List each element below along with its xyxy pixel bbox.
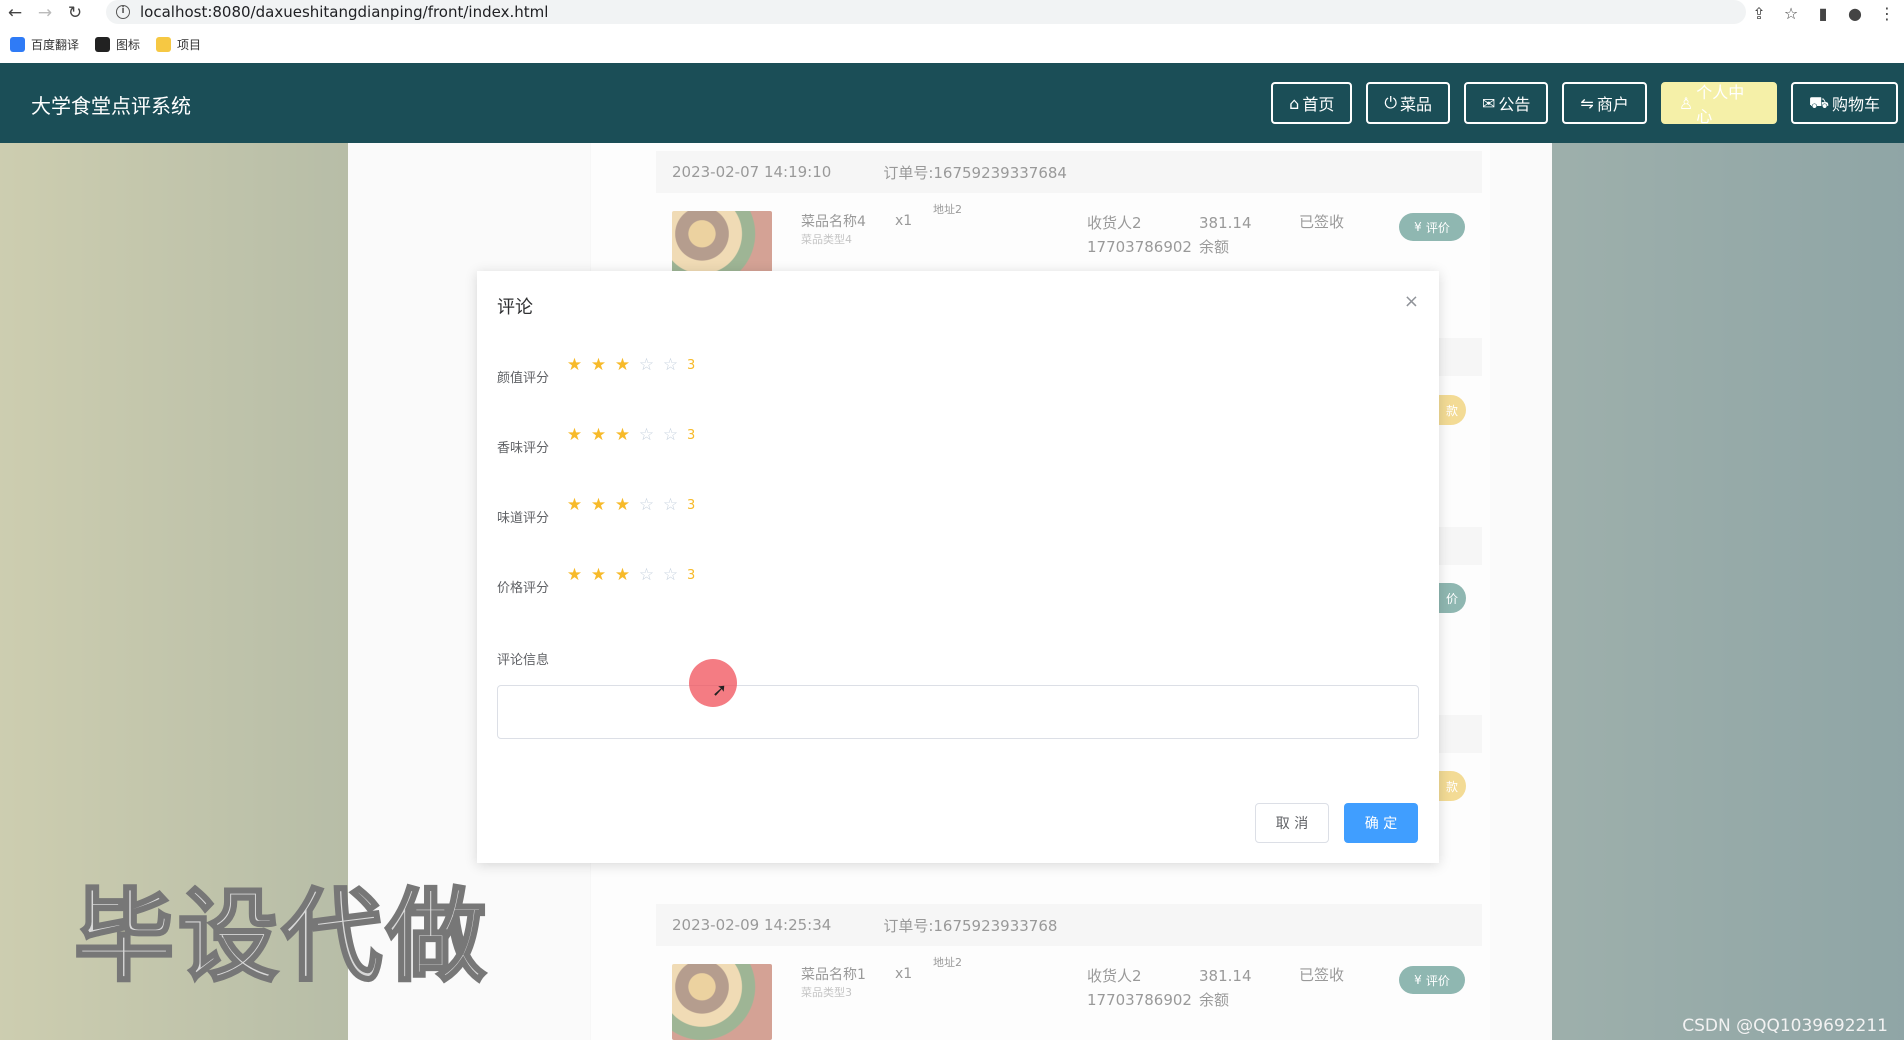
rating-label: 价格评分 [497, 581, 550, 596]
nav-profile[interactable]: ♙ 个人中心 [1660, 82, 1777, 126]
profile-icon[interactable]: ● [1846, 4, 1864, 23]
rating-stars[interactable]: ★ ★ ★ ☆ ☆ 3 [565, 355, 695, 375]
star-icon[interactable]: ★ [589, 425, 608, 445]
sliders-icon: ⇋ [1580, 93, 1594, 113]
nav-cart[interactable]: ⛟ 购物车 [1790, 82, 1898, 124]
forward-icon[interactable]: → [30, 1, 60, 25]
rating-stars[interactable]: ★ ★ ★ ☆ ☆ 3 [565, 565, 695, 585]
url-field[interactable]: i localhost:8080/daxueshitangdianping/fr… [106, 0, 1746, 24]
star-icon[interactable]: ★ [565, 565, 584, 585]
reload-icon[interactable]: ↻ [60, 1, 90, 25]
bookmark-star-icon[interactable]: ☆ [1782, 4, 1800, 23]
rating-value: 3 [687, 427, 696, 443]
cursor-icon: ➚ [712, 680, 728, 701]
rating-stars[interactable]: ★ ★ ★ ☆ ☆ 3 [565, 425, 695, 445]
star-icon[interactable]: ☆ [637, 355, 656, 375]
star-icon[interactable]: ☆ [661, 495, 680, 515]
bookmark-item[interactable]: 百度翻译 [10, 36, 79, 53]
image-icon [95, 36, 111, 52]
translate-icon [10, 36, 25, 52]
rating-label: 颜值评分 [497, 371, 550, 386]
user-icon: ♙ [1678, 93, 1694, 113]
back-icon[interactable]: ← [0, 1, 30, 25]
mail-icon: ✉ [1482, 93, 1496, 113]
power-icon: ⏻ [1384, 93, 1397, 112]
csdn-watermark: CSDN @QQ1039692211 [1682, 1016, 1888, 1036]
rating-label: 味道评分 [497, 511, 550, 526]
star-icon[interactable]: ★ [565, 425, 584, 445]
rating-stars[interactable]: ★ ★ ★ ☆ ☆ 3 [565, 495, 695, 515]
star-icon[interactable]: ★ [565, 355, 584, 375]
star-icon[interactable]: ☆ [637, 495, 656, 515]
cart-icon: ⛟ [1808, 92, 1829, 112]
star-icon[interactable]: ★ [565, 495, 584, 515]
home-icon: ⌂ [1289, 93, 1300, 113]
comment-dialog: 评论 × 颜值评分 ★ ★ ★ ☆ ☆ 3 香味评分 ★ ★ ★ ☆ ☆ 3 味道评分 ★ ★ ★ ☆ ☆ 3… [477, 271, 1439, 863]
rating-value: 3 [687, 497, 696, 513]
dialog-title: 评论 [497, 297, 533, 318]
main-nav: ⌂ 首页 ⏻ 菜品 ✉ 公告 ⇋ 商户 ♙ 个人中心 ⛟ 购物车 [1271, 82, 1898, 126]
comment-label: 评论信息 [497, 653, 550, 668]
star-icon[interactable]: ☆ [637, 425, 656, 445]
close-icon[interactable]: × [1404, 291, 1419, 312]
site-header: 大学食堂点评系统 ⌂ 首页 ⏻ 菜品 ✉ 公告 ⇋ 商户 ♙ 个人中心 ⛟ 购物车 [0, 63, 1904, 143]
nav-home[interactable]: ⌂ 首页 [1271, 82, 1353, 124]
star-icon[interactable]: ☆ [661, 425, 680, 445]
cancel-button[interactable]: 取 消 [1255, 803, 1329, 843]
bookmark-item[interactable]: 项目 [156, 36, 201, 53]
rating-label: 香味评分 [497, 441, 550, 456]
confirm-button[interactable]: 确 定 [1344, 803, 1418, 843]
bookmarks-bar: 百度翻译 图标 项目 [0, 30, 1904, 58]
rating-value: 3 [687, 567, 696, 583]
bookmark-item[interactable]: 图标 [95, 36, 140, 53]
browser-address-bar: ← → ↻ i localhost:8080/daxueshitangdianp… [0, 0, 1904, 26]
star-icon[interactable]: ★ [613, 495, 632, 515]
folder-icon [156, 36, 172, 52]
star-icon[interactable]: ☆ [661, 565, 680, 585]
share-icon[interactable]: ⇪ [1750, 4, 1768, 23]
site-title: 大学食堂点评系统 [31, 94, 191, 118]
comment-textarea[interactable] [497, 685, 1419, 739]
nav-merchants[interactable]: ⇋ 商户 [1562, 82, 1647, 124]
nav-dishes[interactable]: ⏻ 菜品 [1366, 82, 1450, 124]
menu-icon[interactable]: ⋮ [1878, 4, 1896, 23]
rating-value: 3 [687, 357, 696, 373]
sidepanel-icon[interactable]: ▮ [1814, 4, 1832, 23]
site-info-icon[interactable]: i [116, 5, 130, 19]
nav-notices[interactable]: ✉ 公告 [1464, 82, 1549, 124]
url-text: localhost:8080/daxueshitangdianping/fron… [140, 3, 549, 21]
star-icon[interactable]: ☆ [637, 565, 656, 585]
star-icon[interactable]: ★ [613, 425, 632, 445]
star-icon[interactable]: ★ [613, 565, 632, 585]
star-icon[interactable]: ★ [589, 495, 608, 515]
star-icon[interactable]: ★ [589, 355, 608, 375]
star-icon[interactable]: ★ [613, 355, 632, 375]
star-icon[interactable]: ☆ [661, 355, 680, 375]
star-icon[interactable]: ★ [589, 565, 608, 585]
watermark-text: 毕设代做 [73, 877, 490, 997]
